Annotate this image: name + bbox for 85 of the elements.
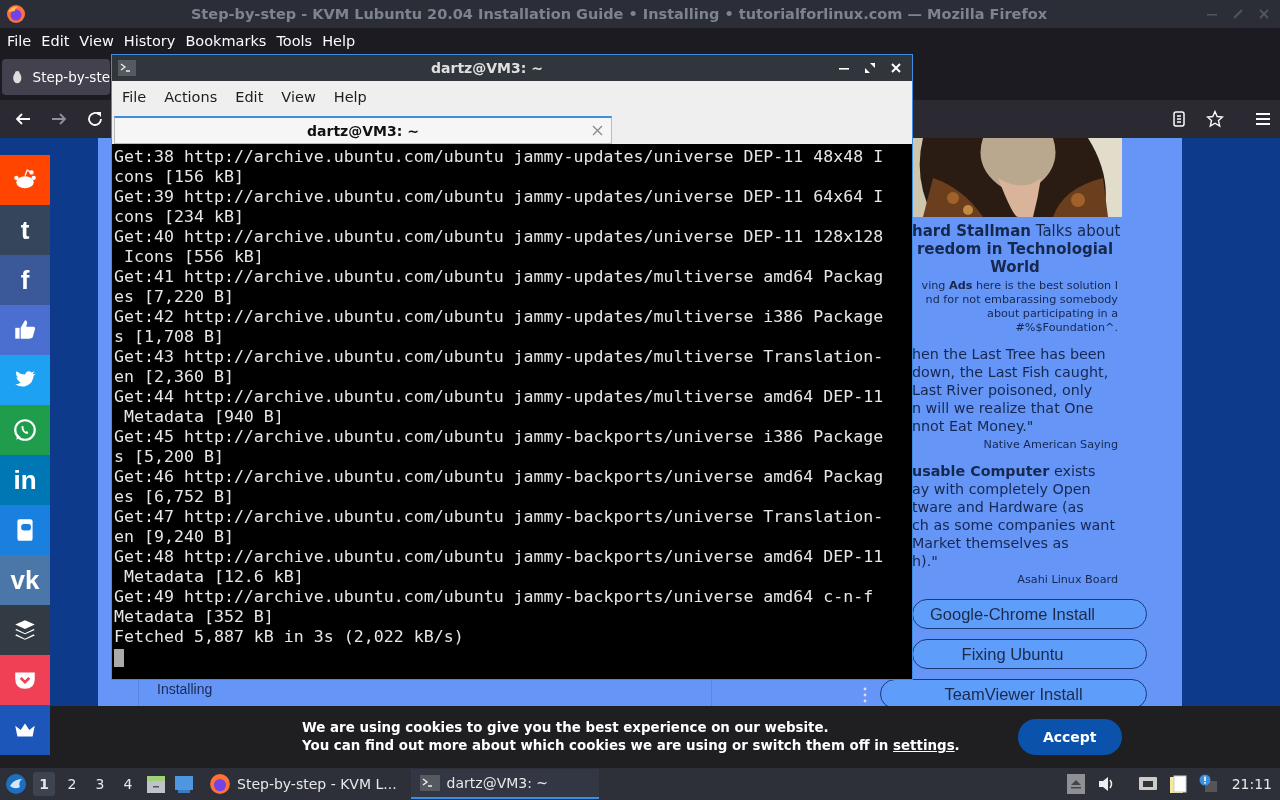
ad-note: ving Ads here is the best solution I nd for not embarassing somebody about participating in a #%$Foundation^. bbox=[920, 279, 1118, 335]
clipboard-icon[interactable] bbox=[1167, 774, 1188, 794]
menu-item[interactable]: View bbox=[74, 33, 119, 49]
quote-source: Native American Saying bbox=[982, 438, 1118, 452]
terminal-line: Get:48 http://archive.ubuntu.com/ubuntu jammy-backports/universe amd64 DEP-11 bbox=[114, 547, 884, 567]
workspace-button[interactable]: 1 bbox=[33, 772, 55, 796]
accept-button[interactable]: Accept bbox=[1017, 719, 1122, 755]
phone-icon bbox=[12, 417, 38, 443]
menu-icon[interactable] bbox=[1254, 110, 1272, 128]
reader-view-icon[interactable] bbox=[1170, 110, 1188, 128]
browser-icon bbox=[6, 4, 26, 24]
cookie-message: We are using cookies to give you the best experience on our website. You can find out more about which cookies we are using or switch them off in settings. bbox=[302, 719, 960, 755]
maximize-icon[interactable] bbox=[864, 62, 876, 74]
share-button[interactable]: t bbox=[0, 205, 50, 255]
reload-icon[interactable] bbox=[86, 110, 104, 128]
clock: 21:11 bbox=[1231, 776, 1272, 792]
terminal-line: Get:41 http://archive.ubuntu.com/ubuntu jammy-updates/multiverse amd64 Packag bbox=[114, 267, 884, 287]
article-headline[interactable]: hard Stallman Talks about reedom in Technologial World bbox=[912, 222, 1118, 276]
menu-item[interactable]: History bbox=[118, 33, 181, 49]
terminal-line: Get:42 http://archive.ubuntu.com/ubuntu jammy-updates/multiverse i386 Package bbox=[114, 307, 884, 327]
share-button[interactable] bbox=[0, 605, 50, 655]
menu-item[interactable]: File bbox=[116, 89, 159, 105]
menu-item[interactable]: Actions bbox=[158, 89, 230, 105]
start-menu-icon[interactable] bbox=[5, 773, 27, 795]
terminal-line: es [7,220 B] bbox=[114, 287, 234, 307]
terminal-icon bbox=[118, 60, 136, 76]
terminal-line: Get:43 http://archive.ubuntu.com/ubuntu jammy-updates/multiverse Translation- bbox=[114, 347, 884, 367]
taskbar-button[interactable]: Step-by-step - KVM L... bbox=[201, 769, 405, 799]
desktop-icon[interactable] bbox=[173, 773, 195, 795]
share-button[interactable]: f bbox=[0, 255, 50, 305]
menu-item[interactable]: Edit bbox=[229, 89, 276, 105]
terminal-tab[interactable]: dartz@VM3: ~ bbox=[114, 116, 612, 144]
terminal-line: Get:40 http://archive.ubuntu.com/ubuntu jammy-updates/universe DEP-11 128x128 bbox=[114, 227, 884, 247]
workspace-button[interactable]: 2 bbox=[61, 772, 83, 796]
menu-item[interactable]: Tools bbox=[271, 33, 318, 49]
file-cabinet-icon[interactable] bbox=[145, 773, 167, 795]
terminal-line: s [1,708 B] bbox=[114, 327, 224, 347]
menu-item[interactable]: Help bbox=[317, 33, 361, 49]
link-button[interactable]: Google-Chrome Install bbox=[912, 599, 1147, 629]
terminal-line: cons [156 kB] bbox=[114, 167, 244, 187]
link-button[interactable]: TeamViewer Install bbox=[880, 679, 1147, 706]
terminal-line: Get:46 http://archive.ubuntu.com/ubuntu jammy-backports/universe amd64 Packag bbox=[114, 467, 884, 487]
window-title: dartz@VM3: ~ bbox=[430, 60, 544, 76]
notification-icon[interactable] bbox=[1197, 774, 1218, 794]
terminal-line: Metadata [940 B] bbox=[123, 407, 284, 427]
taskbar-button[interactable]: dartz@VM3: ~ bbox=[410, 769, 599, 799]
share-button[interactable]: vk bbox=[0, 555, 50, 605]
quote-text: hen the Last Tree has been down, the Last Fish caught, Last River poisoned, only n will we realize that One nnot Eat Money." bbox=[912, 345, 1110, 435]
window-title: Step-by-step - KVM Lubuntu 20.04 Installation Guide • Installing • tutorialforlinux.com — Mozilla Firefox bbox=[189, 6, 1049, 22]
link-button[interactable]: Fixing Ubuntu bbox=[912, 639, 1147, 669]
terminal-line: es [6,752 B] bbox=[114, 487, 234, 507]
settings-link[interactable]: settings bbox=[893, 738, 955, 753]
terminal-line: Metadata [352 B] bbox=[114, 607, 274, 627]
terminal-line: s [5,200 B] bbox=[114, 447, 224, 467]
terminal-line: en [9,240 B] bbox=[114, 527, 234, 547]
terminal-line: Get:45 http://archive.ubuntu.com/ubuntu jammy-backports/universe i386 Package bbox=[114, 427, 884, 447]
layers-icon bbox=[12, 617, 38, 643]
terminal-line: Get:49 http://archive.ubuntu.com/ubuntu jammy-backports/universe amd64 c-n-f bbox=[114, 587, 874, 607]
terminal-line: cons [234 kB] bbox=[114, 207, 244, 227]
workspace-button[interactable]: 3 bbox=[89, 772, 111, 796]
share-button[interactable] bbox=[0, 705, 50, 755]
terminal-icon bbox=[418, 772, 441, 794]
terminal-line: Get:38 http://archive.ubuntu.com/ubuntu jammy-updates/universe DEP-11 48x48 I bbox=[114, 147, 884, 167]
workspace-button[interactable]: 4 bbox=[117, 772, 139, 796]
browser-tab[interactable]: Step-by-ste bbox=[2, 59, 110, 95]
terminal-line: Icons [556 kB] bbox=[123, 247, 264, 267]
menu-item[interactable]: File bbox=[2, 33, 37, 49]
terminal-line: Get:47 http://archive.ubuntu.com/ubuntu jammy-backports/universe Translation- bbox=[114, 507, 884, 527]
terminal-line: Metadata [12.6 kB] bbox=[123, 567, 304, 587]
nav-link[interactable]: Installing bbox=[139, 681, 213, 706]
menu-item[interactable]: Bookmarks bbox=[180, 33, 272, 49]
star-icon[interactable] bbox=[1206, 110, 1224, 128]
browser-icon bbox=[209, 773, 231, 795]
quote-text: usable Computer exists ay with completely Open tware and Hardware (as ch as some companies want Market themselves as h)." bbox=[912, 462, 1116, 570]
quote-source: Asahi Linux Board bbox=[1016, 573, 1118, 587]
menu-item[interactable]: Edit bbox=[36, 33, 75, 49]
share-button[interactable]: in bbox=[0, 455, 50, 505]
menu-item[interactable]: Help bbox=[327, 89, 379, 105]
menu-item[interactable]: View bbox=[275, 89, 328, 105]
terminal-line: Get:39 http://archive.ubuntu.com/ubuntu jammy-updates/universe DEP-11 64x64 I bbox=[114, 187, 884, 207]
terminal-line: Fetched 5,887 kB in 3s (2,022 kB/s) bbox=[114, 627, 464, 647]
terminal-line: Get:44 http://archive.ubuntu.com/ubuntu jammy-updates/multiverse amd64 DEP-11 bbox=[114, 387, 884, 407]
terminal-line: en [2,360 B] bbox=[114, 367, 234, 387]
text-cursor bbox=[114, 649, 124, 667]
eject-icon[interactable] bbox=[1065, 774, 1086, 794]
